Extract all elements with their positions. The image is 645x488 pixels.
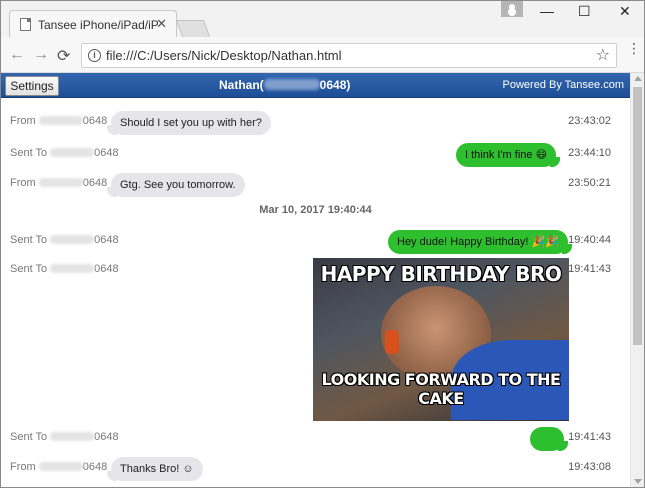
message-time: 23:50:21 (568, 177, 611, 189)
vertical-scrollbar[interactable] (630, 73, 644, 487)
message-meta: From 0648 (10, 177, 108, 189)
reload-icon[interactable]: ⟳ (57, 46, 70, 66)
date-separator: Mar 10, 2017 19:40:44 (259, 204, 372, 216)
close-tab-icon[interactable]: ✕ (156, 16, 167, 32)
received-bubble: Thanks Bro! ☺ (107, 457, 203, 481)
maximize-icon[interactable]: ☐ (578, 3, 591, 20)
redacted-number (38, 178, 83, 187)
minimize-icon[interactable]: — (540, 3, 554, 19)
redacted-number (50, 432, 95, 441)
redacted-number (38, 116, 83, 125)
bookmark-star-icon[interactable]: ☆ (596, 45, 610, 65)
url-text[interactable]: file:///C:/Users/Nick/Desktop/Nathan.htm… (106, 48, 342, 63)
message-time: 23:44:10 (568, 147, 611, 159)
info-icon[interactable]: i (88, 49, 101, 62)
meme-phone (385, 330, 399, 354)
redacted-number (38, 462, 83, 471)
new-tab-button[interactable] (175, 20, 211, 37)
redacted-number (50, 148, 95, 157)
contact-number-suffix: 0648) (319, 78, 351, 92)
forward-arrow-icon[interactable]: → (33, 46, 49, 64)
sent-bubble: Hey dude! Happy Birthday! 🎉🎉 (388, 230, 572, 254)
message-time: 23:43:02 (568, 115, 611, 127)
meme-top-text: HAPPY BIRTHDAY BRO (320, 262, 562, 286)
message-meta: Sent To 0648 (10, 234, 119, 246)
sent-bubble: I think I'm fine 😄 (456, 143, 561, 167)
browser-toolbar: ← → ⟳ i file:///C:/Users/Nick/Desktop/Na… (1, 37, 644, 73)
tab-strip: Tansee iPhone/iPad/iPod ✕ — ☐ ✕ (1, 1, 644, 37)
powered-by-link[interactable]: Powered By Tansee.com (503, 79, 624, 91)
redacted-number (263, 79, 320, 90)
message-meta: Sent To 0648 (10, 263, 119, 275)
address-bar[interactable]: i file:///C:/Users/Nick/Desktop/Nathan.h… (81, 43, 617, 68)
redacted-number (50, 235, 95, 244)
meme-image[interactable]: HAPPY BIRTHDAY BRO LOOKING FORWARD TO TH… (313, 258, 569, 421)
sent-bubble (530, 427, 568, 451)
contact-name: Nathan( (219, 78, 264, 92)
message-time: 19:41:43 (568, 431, 611, 443)
settings-button[interactable]: Settings (5, 76, 59, 96)
scrollbar-thumb[interactable] (633, 87, 642, 345)
message-meta: From 0648 (10, 461, 108, 473)
browser-window: Tansee iPhone/iPad/iPod ✕ — ☐ ✕ ← → ⟳ i … (0, 0, 645, 488)
redacted-number (50, 264, 95, 273)
message-meta: Sent To 0648 (10, 431, 119, 443)
received-bubble: Should I set you up with her? (107, 111, 271, 135)
page-icon (20, 18, 31, 31)
scroll-down-arrow-icon[interactable] (634, 479, 642, 484)
profile-icon[interactable] (501, 1, 523, 17)
back-arrow-icon[interactable]: ← (9, 46, 25, 64)
menu-icon[interactable]: ⋮ (627, 41, 641, 55)
message-time: 19:43:08 (568, 461, 611, 473)
contact-title: Nathan( 0648) (219, 78, 350, 92)
meme-bottom-text: LOOKING FORWARD TO THE CAKE (321, 370, 561, 408)
page-viewport: Settings Nathan( 0648) Powered By Tansee.… (1, 73, 644, 487)
received-bubble: Gtg. See you tomorrow. (107, 173, 245, 197)
scroll-up-arrow-icon[interactable] (634, 76, 642, 81)
close-window-icon[interactable]: ✕ (619, 3, 631, 20)
message-meta: Sent To 0648 (10, 147, 119, 159)
message-time: 19:41:43 (568, 263, 611, 275)
message-meta: From 0648 (10, 115, 108, 127)
tab-title: Tansee iPhone/iPad/iPod (38, 18, 158, 32)
conversation-header: Settings Nathan( 0648) Powered By Tansee.… (1, 73, 630, 98)
browser-tab[interactable]: Tansee iPhone/iPad/iPod ✕ (9, 10, 177, 37)
message-time: 19:40:44 (568, 234, 611, 246)
